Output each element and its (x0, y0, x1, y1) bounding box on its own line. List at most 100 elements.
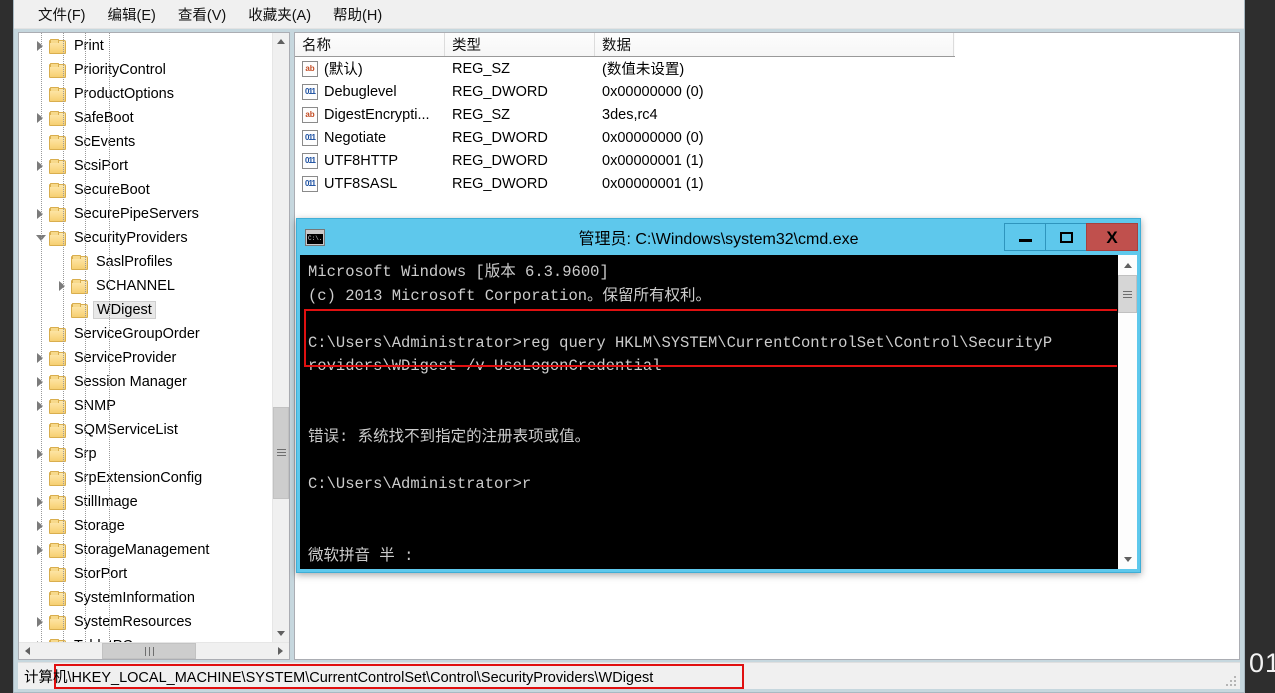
expander-expand-icon[interactable] (33, 374, 49, 390)
tree-vertical-scrollbar[interactable] (272, 33, 289, 642)
close-button[interactable]: X (1086, 223, 1138, 251)
value-row[interactable]: ab DigestEncrypti... REG_SZ 3des,rc4 (295, 103, 1239, 126)
tree-item-saslprofiles[interactable]: SaslProfiles (19, 250, 272, 274)
expander-expand-icon[interactable] (33, 542, 49, 558)
expander-expand-icon[interactable] (33, 206, 49, 222)
tree-item-label: StillImage (74, 493, 138, 510)
registry-key-tree[interactable]: Print PriorityControl ProductOptions SafeBo… (18, 32, 290, 660)
value-row[interactable]: 011 UTF8SASL REG_DWORD 0x00000001 (1) (295, 172, 1239, 195)
tree-scroll-right-button[interactable] (272, 643, 289, 659)
tree-item-systemresources[interactable]: SystemResources (19, 610, 272, 634)
tree-item-storagemanagement[interactable]: StorageManagement (19, 538, 272, 562)
maximize-button[interactable] (1045, 223, 1087, 251)
menu-favorites[interactable]: 收藏夹(A) (238, 1, 321, 28)
tree-item-label: SNMP (74, 397, 116, 414)
tree-item-srpextensionconfig[interactable]: SrpExtensionConfig (19, 466, 272, 490)
folder-icon (49, 159, 66, 174)
cmd-window-buttons: X (1004, 223, 1138, 251)
menu-view[interactable]: 查看(V) (168, 1, 236, 28)
tree-scroll-track[interactable] (273, 50, 289, 625)
expander-expand-icon[interactable] (33, 398, 49, 414)
tree-item-print[interactable]: Print (19, 34, 272, 58)
folder-icon (49, 63, 66, 78)
expander-collapse-icon[interactable] (33, 230, 49, 246)
tree-item-secureboot[interactable]: SecureBoot (19, 178, 272, 202)
dword-value-icon: 011 (302, 175, 318, 192)
tree-item-label: PriorityControl (74, 61, 166, 78)
menu-bar: 文件(F) 编辑(E) 查看(V) 收藏夹(A) 帮助(H) (14, 0, 1244, 29)
expander-expand-icon[interactable] (33, 614, 49, 630)
console-scroll-down-button[interactable] (1118, 549, 1137, 569)
expander-expand-icon[interactable] (55, 278, 71, 294)
tree-item-prioritycontrol[interactable]: PriorityControl (19, 58, 272, 82)
column-header-data[interactable]: 数据 (595, 33, 954, 56)
tree-horizontal-scrollbar[interactable] (19, 642, 289, 659)
tree-item-scevents[interactable]: ScEvents (19, 130, 272, 154)
console-icon (305, 228, 325, 246)
tree-item-session-manager[interactable]: Session Manager (19, 370, 272, 394)
tree-scroll-up-button[interactable] (273, 33, 289, 50)
value-row[interactable]: 011 Debuglevel REG_DWORD 0x00000000 (0) (295, 80, 1239, 103)
folder-icon (49, 447, 66, 462)
value-name-cell: 011 Negotiate (295, 129, 445, 146)
console-vertical-scrollbar[interactable] (1117, 255, 1137, 569)
string-value-icon: ab (302, 106, 318, 123)
tree-scroll-left-button[interactable] (19, 643, 36, 659)
tree-item-stillimage[interactable]: StillImage (19, 490, 272, 514)
expander-expand-icon[interactable] (33, 518, 49, 534)
expander-expand-icon[interactable] (33, 158, 49, 174)
folder-icon (49, 375, 66, 390)
tree-item-storport[interactable]: StorPort (19, 562, 272, 586)
tree-item-servicegrouporder[interactable]: ServiceGroupOrder (19, 322, 272, 346)
tree-item-safeboot[interactable]: SafeBoot (19, 106, 272, 130)
tree-hscroll-thumb[interactable] (102, 643, 197, 659)
menu-file[interactable]: 文件(F) (28, 1, 96, 28)
minimize-button[interactable] (1004, 223, 1046, 251)
expander-expand-icon[interactable] (33, 350, 49, 366)
tree-item-tabletpc[interactable]: TabletPC (19, 634, 272, 642)
dword-value-icon: 011 (302, 83, 318, 100)
tree-item-label: Srp (74, 445, 97, 462)
cmd-title-bar[interactable]: 管理员: C:\Windows\system32\cmd.exe X (297, 219, 1140, 255)
column-header-type[interactable]: 类型 (445, 33, 595, 56)
tree-item-snmp[interactable]: SNMP (19, 394, 272, 418)
folder-icon (49, 399, 66, 414)
resize-grip[interactable] (1224, 674, 1238, 688)
tree-item-productoptions[interactable]: ProductOptions (19, 82, 272, 106)
expander-expand-icon[interactable] (33, 110, 49, 126)
value-name: UTF8HTTP (324, 152, 399, 169)
tree-item-wdigest[interactable]: WDigest (19, 298, 272, 322)
tree-scroll-down-button[interactable] (273, 625, 289, 642)
console-scroll-thumb[interactable] (1118, 275, 1137, 314)
tree-item-scsiport[interactable]: ScsiPort (19, 154, 272, 178)
column-header-name[interactable]: 名称 (295, 33, 445, 56)
tree-scroll-thumb[interactable] (273, 406, 289, 499)
tree-item-securityproviders[interactable]: SecurityProviders (19, 226, 272, 250)
console-output: Microsoft Windows [版本 6.3.9600] (c) 2013… (308, 263, 1053, 493)
menu-edit[interactable]: 编辑(E) (98, 1, 166, 28)
tree-item-systeminformation[interactable]: SystemInformation (19, 586, 272, 610)
menu-help[interactable]: 帮助(H) (323, 1, 392, 28)
value-row[interactable]: 011 UTF8HTTP REG_DWORD 0x00000001 (1) (295, 149, 1239, 172)
tree-hscroll-track[interactable] (36, 643, 272, 659)
tree-item-serviceprovider[interactable]: ServiceProvider (19, 346, 272, 370)
tree-item-sqmservicelist[interactable]: SQMServiceList (19, 418, 272, 442)
console-scroll-track[interactable] (1118, 275, 1137, 549)
tree-item-schannel[interactable]: SCHANNEL (19, 274, 272, 298)
value-row[interactable]: 011 Negotiate REG_DWORD 0x00000000 (0) (295, 126, 1239, 149)
chevron-down-icon (277, 631, 285, 636)
tree-item-label: ServiceProvider (74, 349, 177, 366)
expander-expand-icon[interactable] (33, 38, 49, 54)
console-scroll-up-button[interactable] (1118, 255, 1137, 275)
cmd-console-body[interactable]: Microsoft Windows [版本 6.3.9600] (c) 2013… (300, 255, 1137, 569)
tree-item-storage[interactable]: Storage (19, 514, 272, 538)
tree-item-srp[interactable]: Srp (19, 442, 272, 466)
tree-item-label: ScsiPort (74, 157, 128, 174)
folder-icon (49, 207, 66, 222)
tree-item-securepipeservers[interactable]: SecurePipeServers (19, 202, 272, 226)
value-row[interactable]: ab (默认) REG_SZ (数值未设置) (295, 57, 1239, 80)
folder-icon (49, 567, 66, 582)
expander-expand-icon[interactable] (33, 446, 49, 462)
expander-expand-icon[interactable] (33, 494, 49, 510)
